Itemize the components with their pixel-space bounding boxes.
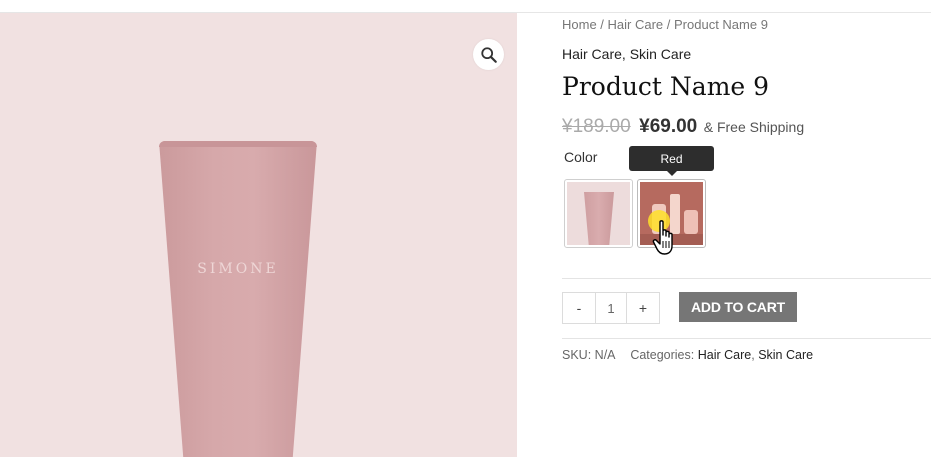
color-swatch-pink[interactable] bbox=[564, 179, 633, 248]
category-link-skin-care[interactable]: Skin Care bbox=[630, 46, 691, 62]
category-link-hair-care[interactable]: Hair Care bbox=[562, 46, 622, 62]
breadcrumb-current: Product Name 9 bbox=[674, 17, 768, 32]
add-to-cart-button[interactable]: ADD TO CART bbox=[679, 292, 797, 322]
breadcrumb-category[interactable]: Hair Care bbox=[608, 17, 664, 32]
price-sale: ¥69.00 bbox=[639, 116, 698, 137]
zoom-button[interactable] bbox=[473, 39, 504, 70]
product-image-tube: SIMONE bbox=[159, 141, 317, 457]
hand-pointer-icon bbox=[652, 220, 673, 255]
tube-crimp bbox=[159, 141, 317, 147]
breadcrumb-separator: / bbox=[596, 17, 608, 32]
mini-tube-image bbox=[584, 192, 614, 245]
color-label: Color bbox=[564, 149, 598, 165]
bottle-image bbox=[684, 210, 698, 234]
swatch-thumbnail bbox=[567, 182, 630, 245]
product-meta: SKU: N/A Categories: Hair Care, Skin Car… bbox=[562, 348, 813, 362]
breadcrumb-home[interactable]: Home bbox=[562, 17, 597, 32]
divider bbox=[562, 278, 931, 279]
brand-text: SIMONE bbox=[197, 261, 279, 277]
magnifier-icon bbox=[480, 46, 497, 63]
categories-label: Categories: bbox=[630, 348, 695, 362]
tube-body bbox=[159, 141, 317, 457]
breadcrumb-separator: / bbox=[663, 17, 674, 32]
price: ¥189.00 ¥69.00 & Free Shipping bbox=[562, 116, 804, 138]
meta-category-hair-care[interactable]: Hair Care bbox=[698, 348, 752, 362]
category-separator: , bbox=[621, 46, 630, 62]
quantity-stepper: - 1 + bbox=[562, 292, 660, 324]
meta-category-skin-care[interactable]: Skin Care bbox=[758, 348, 813, 362]
sku-value: N/A bbox=[594, 348, 615, 362]
price-original: ¥189.00 bbox=[562, 116, 631, 137]
sku-label: SKU: bbox=[562, 348, 592, 362]
product-categories-top: Hair Care, Skin Care bbox=[562, 46, 691, 62]
tooltip-arrow bbox=[667, 171, 677, 176]
quantity-input[interactable]: 1 bbox=[595, 293, 627, 323]
quantity-decrease-button[interactable]: - bbox=[563, 293, 595, 323]
divider bbox=[562, 338, 931, 339]
product-gallery[interactable]: SIMONE bbox=[0, 13, 517, 457]
breadcrumb: Home / Hair Care / Product Name 9 bbox=[562, 17, 768, 32]
shipping-note: & Free Shipping bbox=[703, 119, 805, 135]
product-title: Product Name 9 bbox=[562, 72, 770, 101]
swatch-tooltip: Red bbox=[629, 146, 714, 171]
quantity-increase-button[interactable]: + bbox=[627, 293, 659, 323]
